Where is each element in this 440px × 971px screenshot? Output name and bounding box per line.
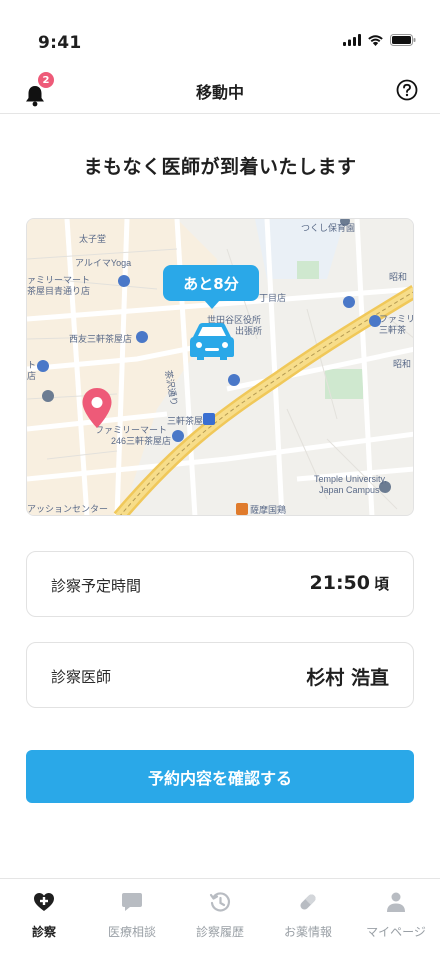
tab-bar: 診察 医療相談 診察履歴 お薬情報 マイページ — [0, 878, 440, 971]
destination-pin-icon — [82, 388, 112, 428]
eta-bubble: あと8分 — [163, 265, 259, 301]
help-button[interactable] — [396, 79, 418, 101]
status-time: 9:41 — [38, 33, 82, 53]
map-label: 三軒茶屋 — [167, 416, 204, 426]
tab-label: 診察 — [31, 925, 56, 939]
battery-icon — [390, 34, 416, 46]
map-label: つくし保育園 — [301, 223, 356, 233]
tab-label: 医療相談 — [107, 925, 156, 939]
map-label: 丁目店 — [259, 293, 287, 303]
appointment-time: 21:50 — [309, 572, 370, 594]
tab-label: 診察履歴 — [195, 925, 244, 939]
chat-icon — [122, 893, 142, 911]
eta-bubble-tail — [204, 300, 220, 309]
tab-consultation[interactable]: 診察 — [0, 891, 88, 940]
map-label: 三軒茶 — [379, 325, 407, 335]
map-label: 店 — [27, 371, 37, 381]
status-icons — [343, 34, 416, 46]
map-view[interactable]: 太子堂 アルイマYoga ァミリーマート 茶屋目青通り店 西友三軒茶屋店 世田谷… — [26, 218, 414, 516]
page-title: 移動中 — [195, 83, 244, 102]
navigation-bar: 2 移動中 — [0, 68, 440, 114]
help-icon — [396, 79, 418, 101]
person-icon — [387, 892, 405, 912]
appointment-time-value: 21:50 頃 — [310, 572, 390, 594]
wifi-icon — [368, 35, 383, 46]
pill-icon — [300, 894, 316, 910]
tab-label: マイページ — [366, 925, 426, 939]
tab-my-page[interactable]: マイページ — [352, 891, 440, 940]
arrival-headline: まもなく医師が到着いたします — [83, 156, 357, 178]
tab-history[interactable]: 診察履歴 — [176, 891, 264, 940]
confirm-reservation-button[interactable]: 予約内容を確認する — [26, 750, 414, 803]
map-label: 246三軒茶屋店 — [111, 436, 172, 446]
tab-label: お薬情報 — [283, 925, 332, 939]
map-label: アルイマYoga — [75, 258, 132, 268]
appointment-time-card: 診察予定時間 21:50 頃 — [26, 551, 414, 617]
tab-medical-consultation[interactable]: 医療相談 — [88, 891, 176, 940]
car-icon — [190, 323, 234, 360]
map-label: 昭和 — [389, 272, 408, 282]
status-bar: 9:41 — [0, 0, 440, 60]
map-label: 茶屋目青通り店 — [27, 286, 91, 296]
map-label: 西友三軒茶屋店 — [69, 334, 133, 344]
doctor-card: 診察医師 杉村 浩直 — [26, 642, 414, 708]
doctor-label: 診察医師 — [51, 668, 112, 686]
map-label: Japan Campus — [319, 485, 380, 495]
tab-medicine-info[interactable]: お薬情報 — [264, 891, 352, 940]
map-label: 薩摩国鶏 — [250, 505, 287, 515]
map-label: アッションセンター — [27, 504, 109, 514]
history-icon — [209, 892, 231, 912]
map-label: 出張所 — [235, 326, 263, 336]
signal-icon — [343, 34, 361, 46]
appointment-time-label: 診察予定時間 — [51, 577, 142, 595]
map-label: 昭和 — [393, 359, 412, 369]
heart-plus-icon — [34, 893, 54, 911]
map-label: 太子堂 — [79, 234, 107, 244]
appointment-time-suffix: 頃 — [373, 575, 389, 593]
doctor-name: 杉村 浩直 — [306, 667, 389, 689]
map-label: Temple University, — [314, 474, 387, 484]
